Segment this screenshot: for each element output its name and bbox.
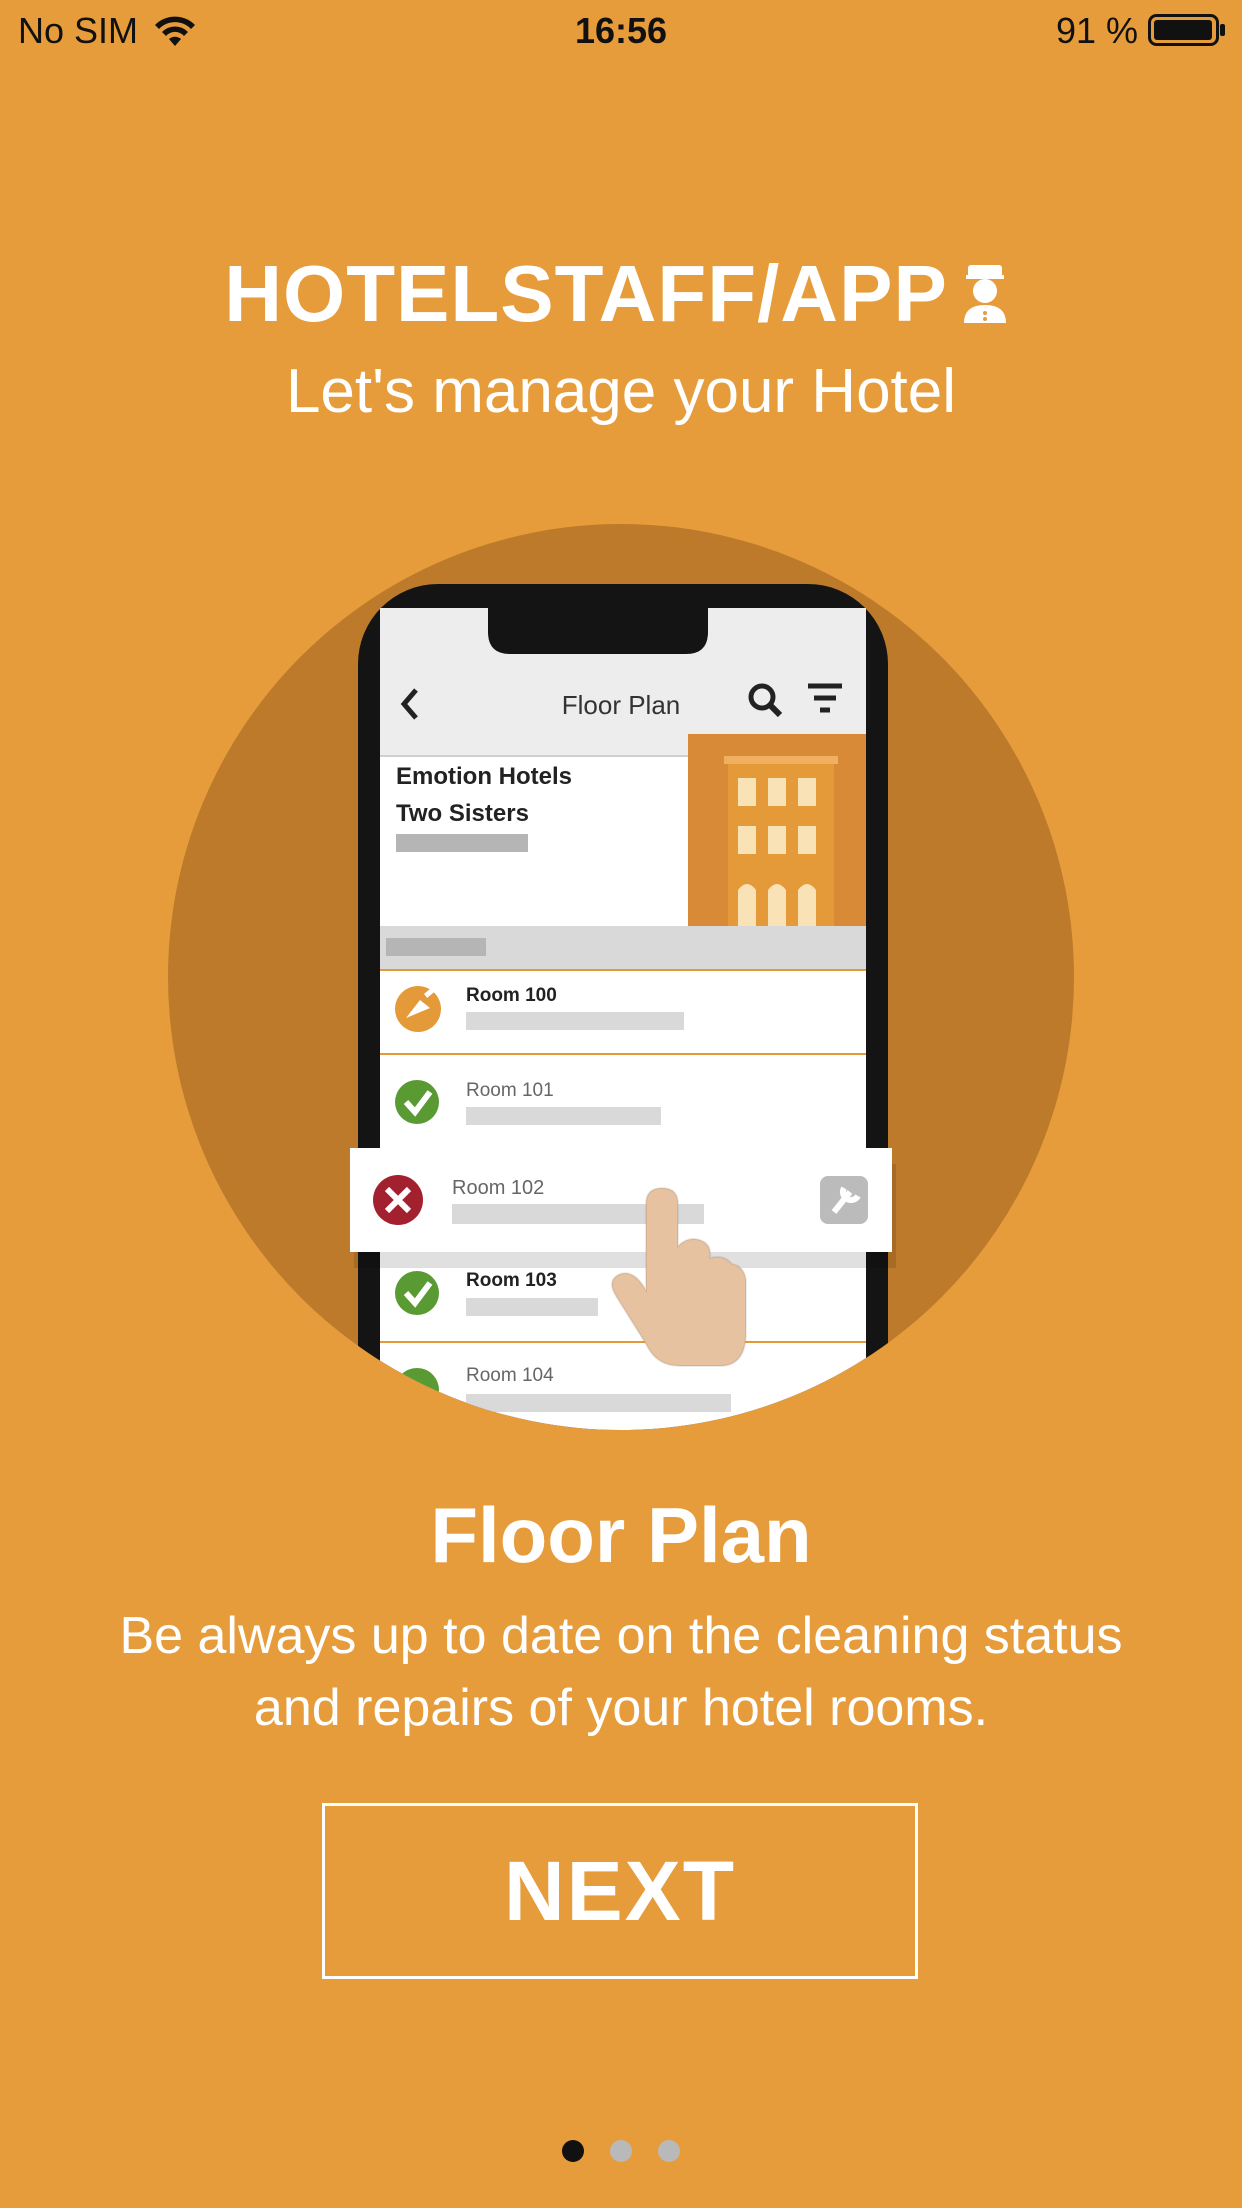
page-dot-3[interactable] — [658, 2140, 680, 2162]
screen-title: Floor Plan — [562, 690, 681, 720]
feature-title: Floor Plan — [430, 1491, 812, 1579]
svg-text:Room 103: Room 103 — [466, 1270, 557, 1291]
battery-percentage: 91 % — [1055, 10, 1138, 51]
app-brand: HOTELSTAFF/APP — [0, 248, 1242, 340]
subtitle: Let's manage your Hotel — [285, 357, 957, 426]
svg-text:Room 104: Room 104 — [466, 1365, 554, 1386]
status-bar: No SIM 16:56 91 % — [0, 0, 1242, 62]
feature-description-line1: Be always up to date on the cleaning sta… — [119, 1607, 1123, 1665]
hotel-building-image — [688, 734, 866, 930]
bellboy-icon — [963, 265, 1006, 323]
check-icon — [395, 1271, 439, 1315]
page-dot-1[interactable] — [562, 2140, 584, 2162]
page-dot-2[interactable] — [610, 2140, 632, 2162]
feature-description-line2: and repairs of your hotel rooms. — [253, 1679, 989, 1737]
svg-text:Room 100: Room 100 — [466, 985, 557, 1006]
hotel-name-line1: Emotion Hotels — [396, 763, 572, 790]
page-indicator — [0, 2140, 1242, 2162]
battery-icon — [1148, 14, 1225, 46]
check-icon — [395, 1368, 439, 1412]
svg-text:Room 101: Room 101 — [466, 1080, 554, 1101]
check-icon — [395, 1080, 439, 1124]
floor-plan-illustration: Floor Plan Emotion Hotels Two Sisters Ro… — [168, 524, 1074, 1430]
phone-notch — [488, 608, 708, 654]
hotel-name-line2: Two Sisters — [396, 800, 529, 827]
svg-text:Room 102: Room 102 — [452, 1177, 544, 1199]
brand-name: HOTELSTAFF/APP — [224, 249, 948, 338]
room-row-highlighted: Room 102 — [350, 1148, 896, 1268]
feature-description: Be always up to date on the cleaning sta… — [40, 1600, 1202, 1744]
next-button[interactable]: NEXT — [322, 1803, 918, 1979]
